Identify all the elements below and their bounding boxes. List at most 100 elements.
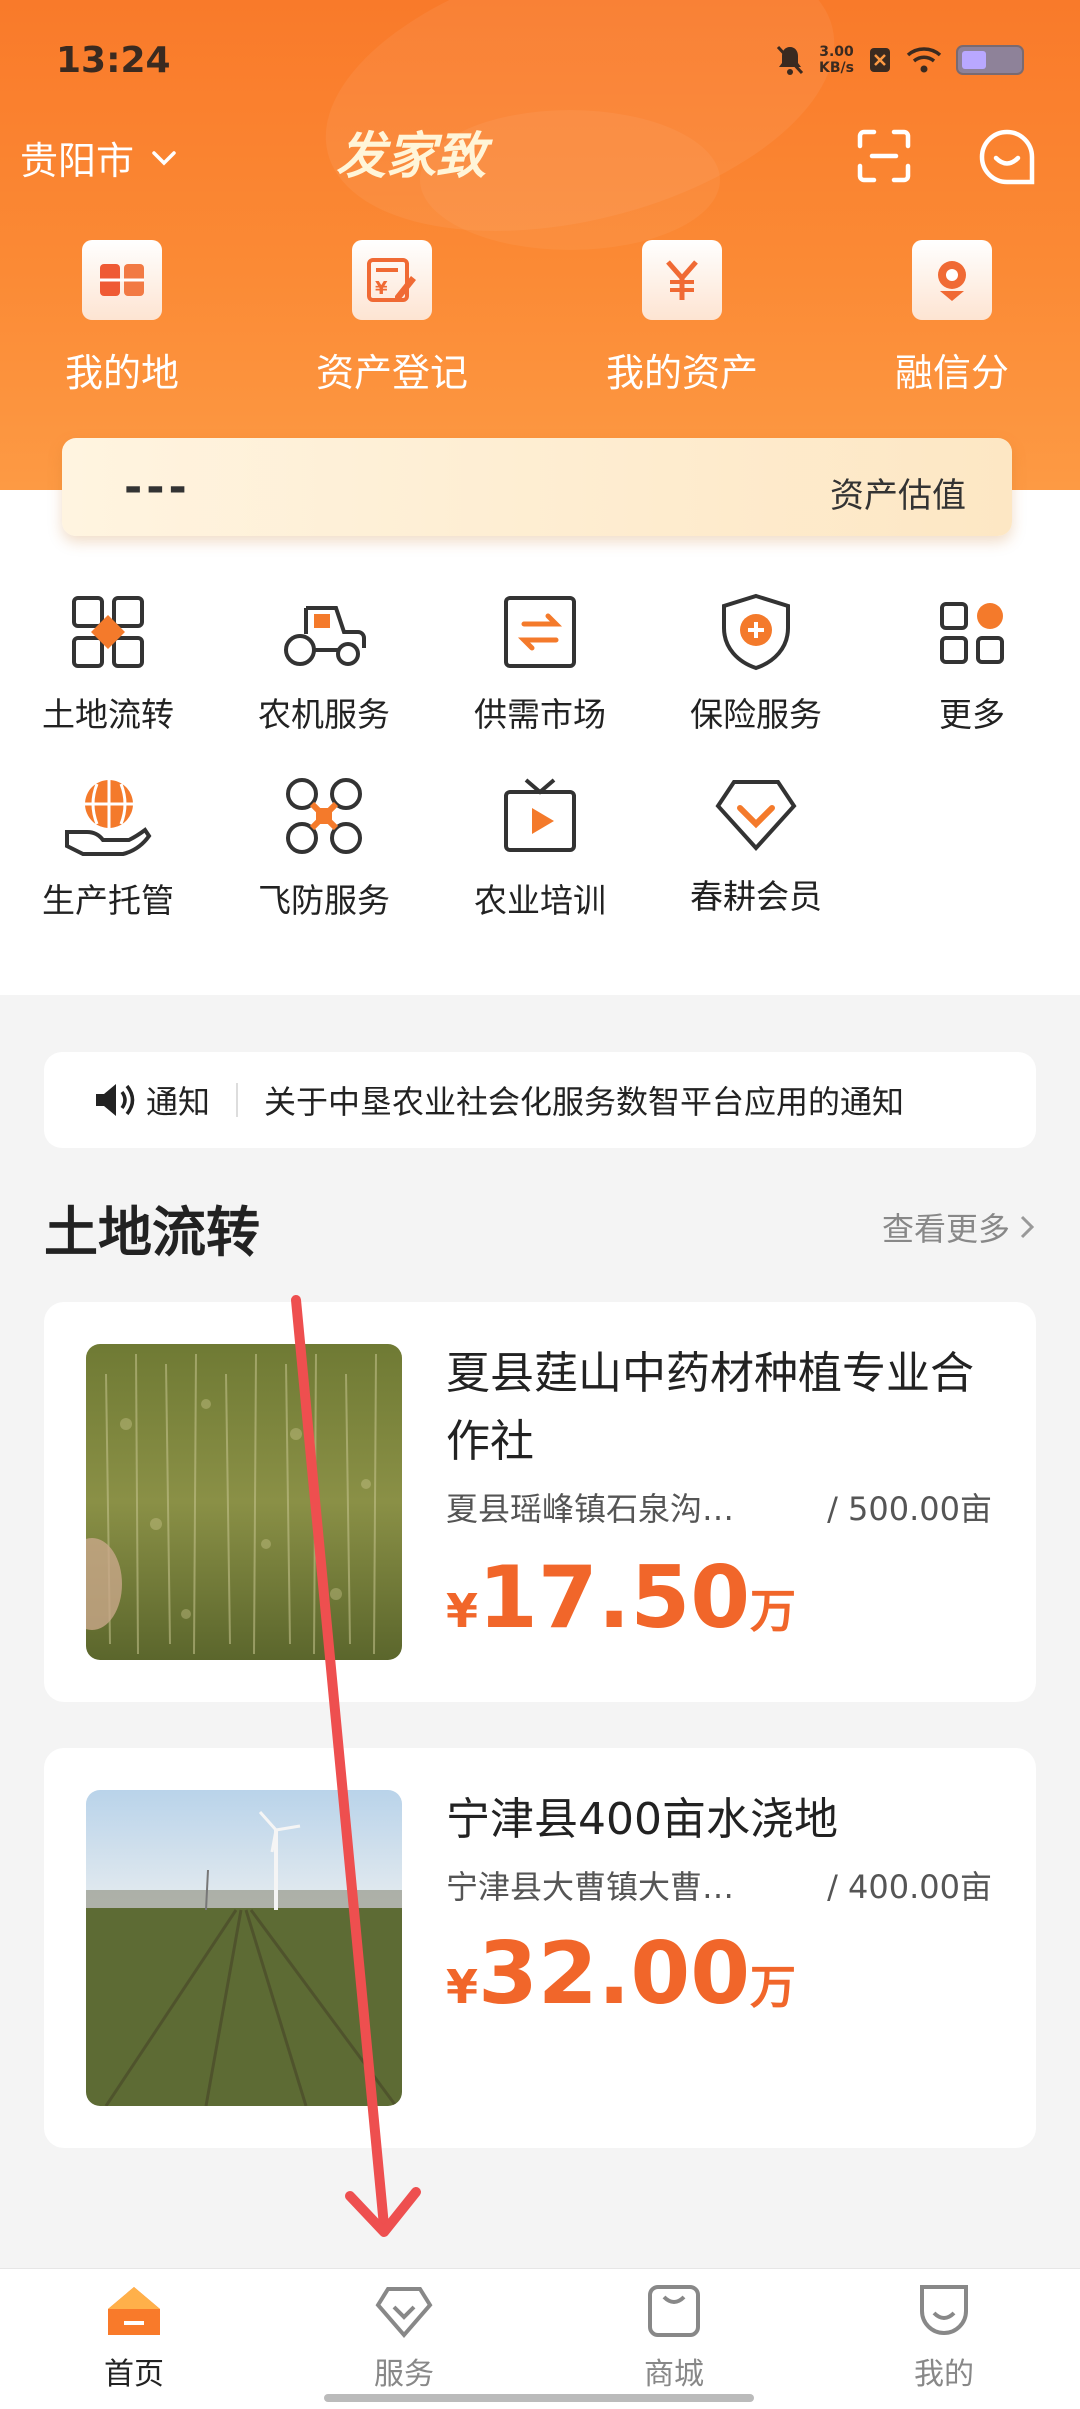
more-grid-icon	[940, 602, 1004, 664]
scan-icon[interactable]	[856, 128, 912, 184]
quick-action-my-land[interactable]: 我的地	[22, 240, 222, 397]
asset-valuation-card[interactable]: --- 资产估值	[62, 438, 1012, 536]
land-listing-card[interactable]: 宁津县400亩水浇地 宁津县大曹镇大曹… / 400.00亩 ¥32.00万	[44, 1748, 1036, 2148]
mute-bell-icon	[776, 45, 804, 75]
quick-action-asset-register[interactable]: ¥ 资产登记	[292, 240, 492, 397]
asset-register-icon: ¥	[352, 240, 432, 320]
status-time: 13:24	[56, 40, 171, 81]
notice-bar[interactable]: 通知 关于中垦农业社会化服务数智平台应用的通知	[44, 1052, 1036, 1148]
asset-valuation-label: 资产估值	[830, 476, 966, 516]
quick-action-label: 资产登记	[315, 351, 468, 395]
service-spring-member[interactable]: 春耕会员	[648, 774, 864, 918]
city-selector[interactable]: 贵阳市	[20, 130, 178, 185]
tab-service[interactable]: 服务	[334, 2283, 474, 2393]
asset-valuation-value: ---	[124, 462, 191, 513]
brand-logo: 发家致	[336, 126, 486, 185]
quick-action-my-assets[interactable]: 我的资产	[582, 240, 782, 397]
home-icon	[108, 2287, 160, 2335]
wifi-icon	[906, 47, 942, 73]
notice-tag: 通知	[92, 1077, 210, 1123]
quick-action-credit-score[interactable]: 融信分	[852, 240, 1052, 397]
drone-icon	[286, 778, 362, 854]
bottom-tab-bar: 首页 服务 商城 我的	[0, 2268, 1080, 2409]
listing-price: ¥17.50万	[446, 1548, 796, 1648]
sim-off-icon	[870, 48, 890, 72]
service-label: 供需市场	[474, 695, 606, 734]
listing-price: ¥32.00万	[446, 1924, 796, 2024]
tractor-icon	[284, 606, 366, 666]
service-label: 飞防服务	[258, 881, 390, 920]
top-bar: 贵阳市 发家致	[0, 110, 1080, 200]
city-label: 贵阳市	[20, 139, 135, 183]
status-bar: 13:24 3.00 KB/s	[0, 30, 1080, 94]
speaker-icon	[96, 1084, 135, 1116]
mall-icon	[648, 2285, 700, 2337]
service-label: 农机服务	[258, 695, 390, 734]
price-currency: ¥	[446, 1960, 479, 2014]
price-value: 32.00	[478, 1924, 751, 2024]
service-land-transfer[interactable]: 土地流转	[0, 592, 216, 736]
service-label: 农业培训	[474, 881, 606, 920]
yen-asset-icon	[642, 240, 722, 320]
service-label: 保险服务	[690, 695, 822, 734]
speed-value: 3.00	[819, 44, 854, 60]
service-crop-protection[interactable]: 飞防服务	[216, 774, 432, 922]
listing-title: 夏县莛山中药材种植专业合作社	[446, 1348, 974, 1467]
speed-unit: KB/s	[819, 60, 854, 76]
land-transfer-icon	[72, 596, 144, 668]
credit-score-icon	[912, 240, 992, 320]
tab-mall[interactable]: 商城	[604, 2283, 744, 2393]
price-currency: ¥	[446, 1584, 479, 1638]
tab-label: 商城	[644, 2357, 704, 2392]
listing-location: 宁津县大曹镇大曹…	[446, 1868, 735, 1906]
header-banner: 13:24 3.00 KB/s 贵阳市 发家致 我的地 ¥ 资产登记 我的资产 …	[0, 0, 1080, 490]
home-indicator[interactable]	[324, 2394, 754, 2402]
land-book-icon	[82, 240, 162, 320]
service-label: 生产托管	[42, 881, 174, 920]
service-production-hosting[interactable]: 生产托管	[0, 774, 216, 922]
tv-play-icon	[504, 778, 576, 852]
notice-divider	[236, 1083, 239, 1117]
chevron-down-icon	[152, 150, 176, 165]
price-value: 17.50	[478, 1548, 751, 1648]
view-more-label: 查看更多	[881, 1210, 1010, 1248]
profile-icon	[920, 2285, 968, 2335]
service-label: 更多	[939, 695, 1005, 734]
listing-area: / 400.00亩	[827, 1868, 992, 1906]
quick-action-label: 我的地	[64, 351, 179, 395]
listing-photo	[86, 1790, 402, 2106]
service-label: 土地流转	[42, 695, 174, 734]
service-more[interactable]: 更多	[864, 592, 1080, 736]
quick-action-label: 我的资产	[605, 351, 758, 395]
service-agri-training[interactable]: 农业培训	[432, 774, 648, 922]
diamond-member-icon	[715, 780, 797, 851]
tab-home[interactable]: 首页	[64, 2283, 204, 2393]
listing-location: 夏县瑶峰镇石泉沟…	[446, 1490, 735, 1528]
listing-title: 宁津县400亩水浇地	[446, 1794, 838, 1845]
service-supply-market[interactable]: 供需市场	[432, 592, 648, 736]
service-label: 春耕会员	[690, 877, 822, 916]
view-more-link[interactable]: 查看更多	[882, 1204, 1036, 1250]
land-listing-card[interactable]: 夏县莛山中药材种植专业合作社 夏县瑶峰镇石泉沟… / 500.00亩 ¥17.5…	[44, 1302, 1036, 1702]
tab-label: 我的	[914, 2357, 974, 2392]
service-icon	[375, 2287, 433, 2339]
service-insurance[interactable]: 保险服务	[648, 592, 864, 736]
tab-label: 首页	[104, 2357, 164, 2392]
service-machinery[interactable]: 农机服务	[216, 592, 432, 736]
shield-plus-icon	[722, 593, 790, 671]
listing-area: / 500.00亩	[827, 1490, 992, 1528]
chevron-right-icon	[1020, 1215, 1035, 1239]
battery-icon	[956, 45, 1024, 75]
listing-photo	[86, 1344, 402, 1660]
section-title: 土地流转	[44, 1201, 260, 1264]
message-icon[interactable]	[978, 128, 1036, 186]
notice-message[interactable]: 关于中垦农业社会化服务数智平台应用的通知	[264, 1077, 904, 1123]
price-unit: 万	[750, 1960, 797, 2014]
tab-label: 服务	[374, 2357, 434, 2392]
network-speed: 3.00 KB/s	[819, 44, 854, 76]
tab-profile[interactable]: 我的	[874, 2283, 1014, 2393]
svg-text:¥: ¥	[375, 278, 388, 299]
price-unit: 万	[750, 1584, 797, 1638]
globe-hand-icon	[65, 780, 152, 856]
exchange-icon	[504, 596, 576, 668]
